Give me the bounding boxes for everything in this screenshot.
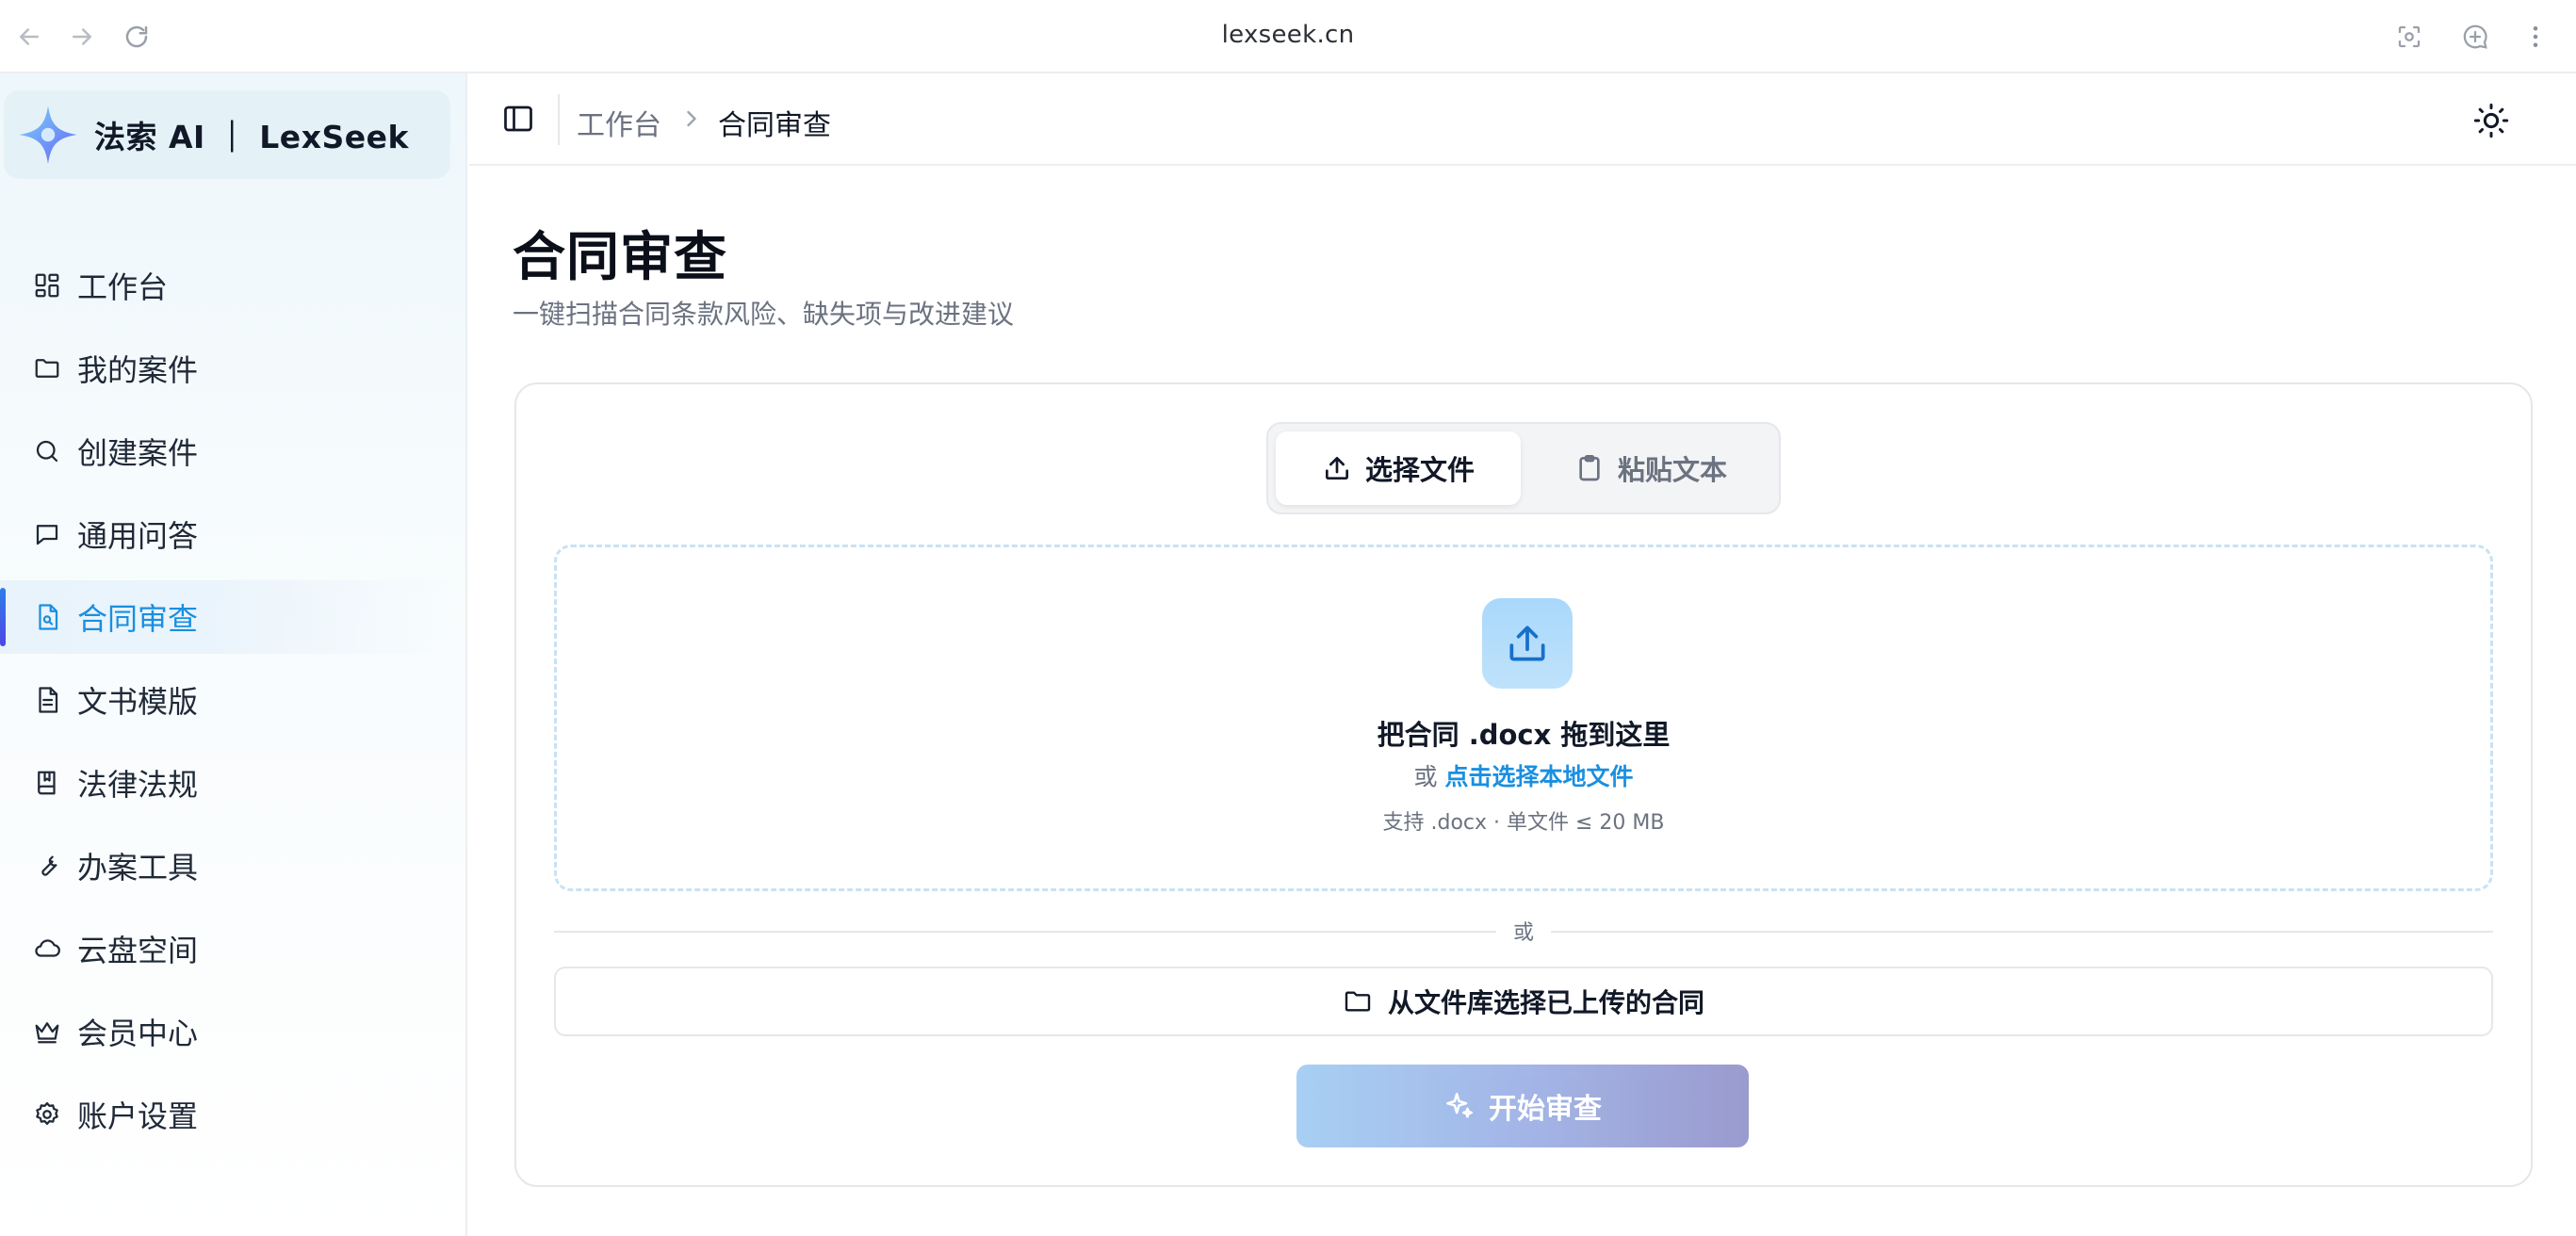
page-subtitle: 一键扫描合同条款风险、缺失项与改进建议 [513,299,1015,330]
input-mode-switch: 选择文件 粘贴文本 [1266,422,1781,514]
sidebar: 法索 AI ｜ LexSeek 工作台 我的案件 创建案件 通用问答 合同审查 … [0,73,467,1236]
divider-text-wrap: 或 [554,916,2493,946]
sidebar-item-my-cases[interactable]: 我的案件 [0,332,452,405]
choose-from-library-button[interactable]: 从文件库选择已上传的合同 [554,967,2493,1036]
clipboard-icon [1579,455,1600,481]
tab-label: 粘贴文本 [1617,454,1727,486]
library-button-label: 从文件库选择已上传的合同 [1387,987,1704,1018]
sparkle-logo-icon [19,106,77,164]
sidebar-item-laws[interactable]: 法律法规 [0,746,452,820]
sparkles-icon [1445,1092,1474,1118]
sidebar-toggle-icon[interactable] [501,102,535,136]
page-title: 合同审查 [513,227,727,288]
sidebar-item-label: 办案工具 [77,850,199,886]
dashboard-grid-icon [32,270,62,301]
dropzone-or-text: 或 [1413,763,1438,790]
sidebar-item-label: 法律法规 [77,767,199,803]
brand-header[interactable]: 法索 AI ｜ LexSeek [4,90,450,179]
sidebar-item-label: 云盘空间 [77,933,199,968]
brand-name: 法索 AI ｜ LexSeek [94,119,409,155]
sidebar-item-label: 我的案件 [77,352,199,388]
breadcrumb-current: 合同审查 [718,109,831,142]
dropzone-hint: 支持 .docx · 单文件 ≤ 20 MB [1382,811,1665,835]
or-divider: 或 [554,916,2493,948]
upload-tile [1482,598,1573,689]
sidebar-item-label: 工作台 [77,269,169,305]
breadcrumb-workbench[interactable]: 工作台 [577,102,661,143]
sidebar-item-doc-templates[interactable]: 文书模版 [0,663,452,737]
sidebar-item-cloud-drive[interactable]: 云盘空间 [0,912,452,985]
screenshot-icon[interactable] [2389,17,2429,57]
sidebar-item-membership[interactable]: 会员中心 [0,995,452,1068]
crown-icon [32,1016,62,1047]
sidebar-item-label: 会员中心 [77,1016,199,1051]
document-icon [32,685,62,715]
browser-toolbar: lexseek.cn [0,0,2576,73]
content-header: 工作台 合同审查 [469,73,2576,166]
sidebar-item-workbench[interactable]: 工作台 [0,249,452,322]
sidebar-item-case-tools[interactable]: 办案工具 [0,829,452,903]
sidebar-item-create-case[interactable]: 创建案件 [0,415,452,488]
wrench-icon [32,851,62,881]
file-dropzone[interactable]: 把合同 .docx 拖到这里 或 点击选择本地文件 支持 .docx · 单文件… [554,545,2493,891]
address-bar-url[interactable]: lexseek.cn [0,21,2576,49]
sidebar-item-label: 文书模版 [77,684,199,720]
select-local-file-link[interactable]: 点击选择本地文件 [1444,763,1633,790]
folder-icon [32,353,62,383]
sidebar-item-contract-review[interactable]: 合同审查 [0,580,452,654]
sun-theme-icon[interactable] [2472,102,2510,139]
dropzone-title: 把合同 .docx 拖到这里 [1377,719,1671,751]
start-review-button[interactable]: 开始审查 [1296,1065,1749,1147]
new-chat-icon[interactable] [2455,17,2495,57]
sidebar-item-label: 账户设置 [77,1098,199,1134]
tab-select-file[interactable]: 选择文件 [1276,431,1521,505]
cloud-icon [32,934,62,964]
search-icon [32,436,62,466]
sidebar-item-label: 合同审查 [77,601,199,637]
sidebar-menu: 工作台 我的案件 创建案件 通用问答 合同审查 文书模版 法律法规 办案工具 云… [0,249,452,1161]
chevron-right-icon [687,110,696,127]
upload-icon [1325,457,1348,480]
chat-bubble-icon [32,519,62,549]
sidebar-item-label: 通用问答 [77,518,199,554]
upload-icon [1509,626,1545,661]
sidebar-item-account-settings[interactable]: 账户设置 [0,1078,452,1151]
more-vertical-icon[interactable] [2516,17,2555,57]
dropzone-or-line: 或 点击选择本地文件 [557,758,2490,792]
sidebar-item-label: 创建案件 [77,435,199,471]
sidebar-item-general-qa[interactable]: 通用问答 [0,497,452,571]
tab-paste-text[interactable]: 粘贴文本 [1528,431,1773,505]
start-button-label: 开始审查 [1489,1093,1602,1126]
folder-icon [1345,991,1371,1012]
header-divider [558,94,560,145]
divider-text: 或 [1495,921,1551,945]
tab-label: 选择文件 [1364,454,1475,486]
contract-upload-card: 选择文件 粘贴文本 把合同 .docx 拖到这里 或 点击选择本地文件 支持 .… [514,382,2533,1187]
settings-gear-icon [32,1099,62,1130]
file-search-icon [32,602,62,632]
law-book-icon [32,768,62,798]
